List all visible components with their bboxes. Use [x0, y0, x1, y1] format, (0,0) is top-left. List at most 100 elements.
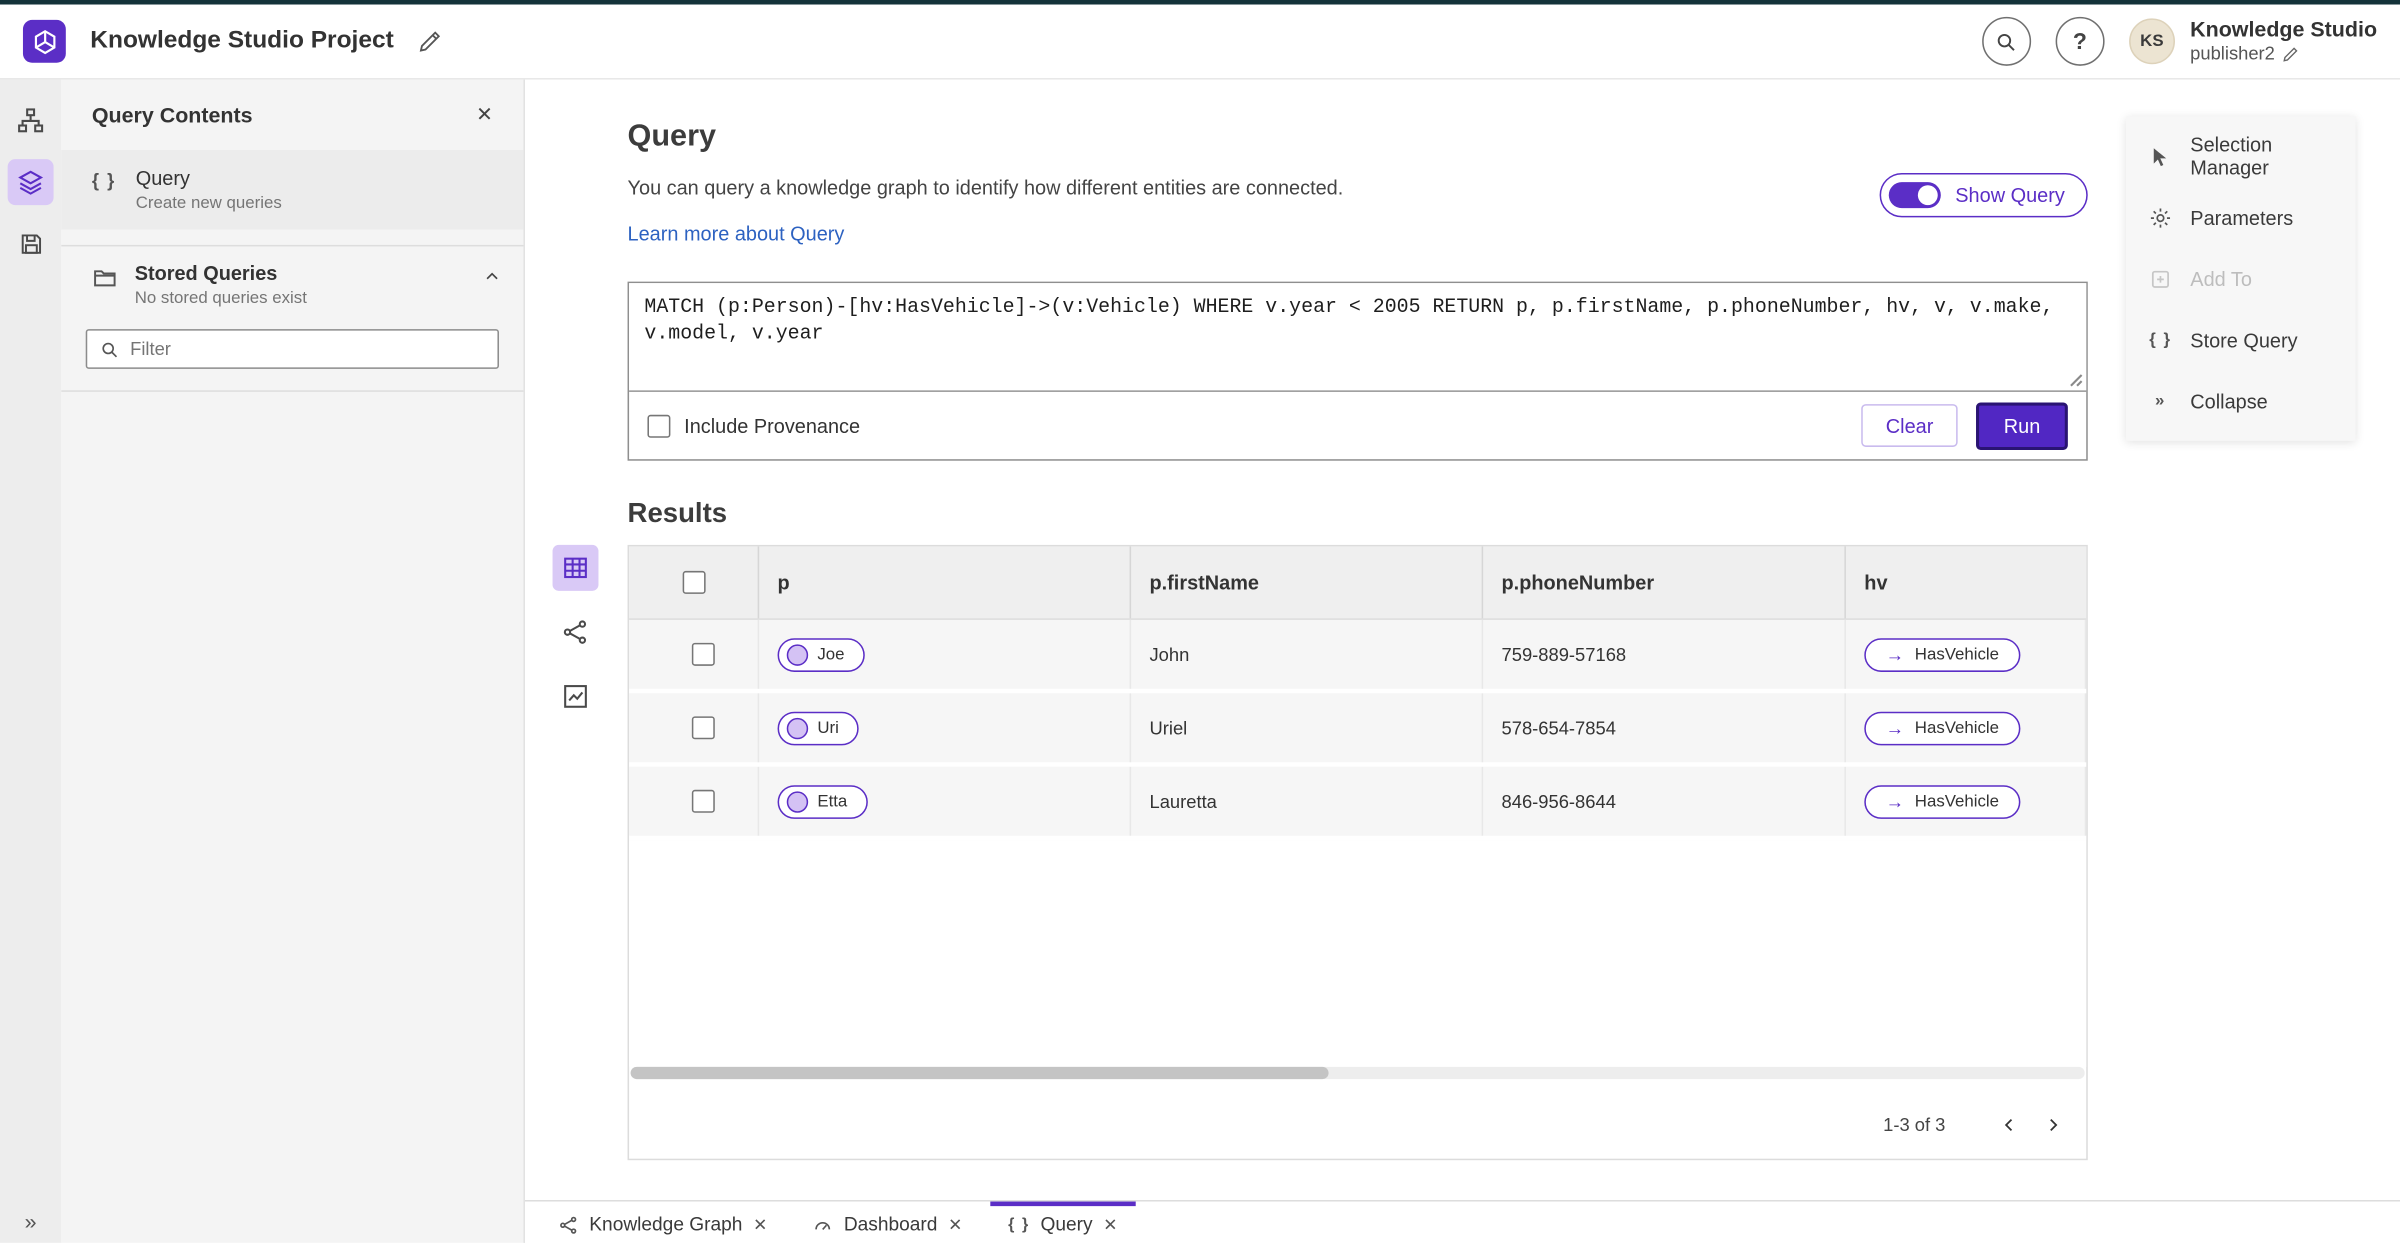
user-role: publisher2 — [2190, 43, 2275, 65]
table-row[interactable]: Joe John 759-889-57168 → HasVehicle — [629, 619, 2087, 694]
user-info: Knowledge Studio publisher2 — [2190, 16, 2377, 66]
menu-item-store-query[interactable]: { } Store Query — [2126, 309, 2356, 370]
save-icon[interactable] — [8, 220, 54, 266]
pagination-range: 1-3 of 3 — [1883, 1114, 1946, 1136]
stored-queries-label: Stored Queries — [134, 261, 278, 285]
main-area: Query You can query a knowledge graph to… — [525, 79, 2400, 1201]
query-content: Query You can query a knowledge graph to… — [627, 119, 2088, 1161]
logo-hexagon-icon — [31, 28, 57, 54]
graph-view-icon[interactable] — [553, 609, 599, 655]
select-all-checkbox[interactable] — [681, 570, 705, 594]
node-dot-icon — [786, 790, 809, 812]
panel-title: Query Contents — [91, 102, 253, 128]
cell-firstname: Uriel — [1131, 693, 1484, 763]
arrow-right-icon: → — [1885, 643, 1905, 666]
app-logo[interactable] — [22, 19, 66, 63]
learn-more-link[interactable]: Learn more about Query — [628, 222, 845, 245]
tab-query[interactable]: { } Query ✕ — [989, 1201, 1136, 1243]
table-row[interactable]: Etta Lauretta 846-956-8644 → HasVehicle — [629, 766, 2087, 841]
cell-firstname: Lauretta — [1131, 766, 1484, 836]
stored-queries-sublabel: No stored queries exist — [134, 289, 307, 308]
column-header-hv[interactable]: hv — [1846, 546, 2086, 618]
help-icon: ? — [2072, 28, 2087, 55]
column-header-p[interactable]: p — [759, 546, 1132, 619]
add-to-icon — [2147, 267, 2173, 290]
body-row: » Query Contents ✕ { } Query Create new … — [0, 79, 2400, 1243]
pointer-icon — [2147, 145, 2173, 168]
filter-field — [85, 329, 499, 369]
row-checkbox[interactable] — [691, 789, 715, 813]
table-view-icon[interactable] — [552, 544, 599, 591]
query-item-sublabel: Create new queries — [135, 194, 282, 213]
table-header-row: p p.firstName p.phoneNumber hv — [629, 546, 2087, 620]
search-button[interactable] — [1981, 16, 2031, 66]
pagination-bar: 1-3 of 3 — [629, 1091, 2086, 1158]
edge-pill[interactable]: → HasVehicle — [1864, 637, 2021, 672]
close-icon[interactable]: ✕ — [1103, 1215, 1117, 1234]
show-query-toggle[interactable]: Show Query — [1880, 172, 2088, 218]
cell-phonenumber: 759-889-57168 — [1483, 619, 1846, 689]
column-header-phonenumber[interactable]: p.phoneNumber — [1483, 546, 1846, 619]
horizontal-scrollbar[interactable] — [630, 1066, 2085, 1080]
toggle-on-icon — [1889, 182, 1942, 209]
menu-item-parameters[interactable]: Parameters — [2126, 187, 2356, 248]
tab-dashboard[interactable]: Dashboard ✕ — [795, 1202, 981, 1243]
folder-icon — [92, 265, 118, 291]
main-column: Query You can query a knowledge graph to… — [525, 79, 2400, 1243]
column-header-firstname[interactable]: p.firstName — [1131, 546, 1484, 619]
run-button[interactable]: Run — [1976, 401, 2068, 450]
next-page-icon[interactable] — [2031, 1104, 2074, 1147]
chevron-up-icon[interactable] — [482, 266, 502, 286]
page-description: You can query a knowledge graph to ident… — [627, 176, 1344, 199]
close-icon[interactable]: ✕ — [948, 1215, 962, 1234]
stored-queries-section[interactable]: Stored Queries No stored queries exist — [61, 244, 524, 320]
edit-role-icon[interactable] — [2283, 46, 2300, 63]
include-provenance-label: Include Provenance — [684, 414, 861, 437]
close-icon[interactable]: ✕ — [753, 1215, 767, 1234]
show-query-label: Show Query — [1955, 183, 2065, 207]
cell-phonenumber: 578-654-7854 — [1483, 693, 1846, 763]
panel-close-icon[interactable]: ✕ — [476, 103, 493, 127]
results-view-toolbar — [552, 544, 599, 719]
sidebar-item-query[interactable]: { } Query Create new queries — [61, 150, 524, 230]
model-hierarchy-icon[interactable] — [8, 98, 54, 144]
tab-knowledge-graph[interactable]: Knowledge Graph ✕ — [540, 1202, 785, 1243]
edge-pill[interactable]: → HasVehicle — [1864, 710, 2021, 745]
cell-phonenumber: 846-956-8644 — [1483, 766, 1846, 836]
filter-input[interactable] — [130, 338, 486, 360]
resize-handle-icon[interactable] — [2068, 372, 2083, 387]
document-tab-bar: Knowledge Graph ✕ Dashboard ✕ { } Query … — [525, 1200, 2400, 1243]
gear-icon — [2147, 206, 2173, 229]
query-item-label: Query — [135, 166, 190, 190]
include-provenance-checkbox[interactable] — [647, 414, 671, 437]
user-avatar[interactable]: KS — [2128, 18, 2175, 65]
node-pill[interactable]: Joe — [777, 637, 865, 672]
query-editor-box: MATCH (p:Person)-[hv:HasVehicle]->(v:Veh… — [627, 281, 2088, 461]
node-pill[interactable]: Etta — [777, 784, 868, 819]
menu-item-selection-manager[interactable]: Selection Manager — [2126, 126, 2356, 187]
edge-pill[interactable]: → HasVehicle — [1864, 784, 2021, 819]
braces-icon: { } — [91, 169, 116, 192]
help-button[interactable]: ? — [2055, 16, 2105, 66]
chart-view-icon[interactable] — [553, 673, 599, 719]
node-pill[interactable]: Uri — [777, 710, 859, 745]
knowledge-graph-icon — [559, 1215, 579, 1235]
expand-rail-icon[interactable]: » — [0, 1209, 61, 1233]
query-textarea[interactable]: MATCH (p:Person)-[hv:HasVehicle]->(v:Veh… — [629, 283, 2087, 391]
clear-button[interactable]: Clear — [1861, 404, 1958, 447]
braces-icon: { } — [1008, 1215, 1030, 1234]
results-table: p p.firstName p.phoneNumber hv Joe John … — [627, 544, 2088, 1161]
row-checkbox[interactable] — [691, 642, 715, 666]
layers-icon[interactable] — [7, 159, 54, 206]
edit-title-icon[interactable] — [418, 29, 442, 53]
user-name: Knowledge Studio — [2190, 16, 2378, 41]
app-window: Knowledge Studio Project ? KS Knowledge … — [0, 0, 2400, 1243]
row-checkbox[interactable] — [691, 716, 715, 740]
panel-divider — [61, 390, 524, 392]
query-actions-menu: Selection Manager Parameters Add To {} … — [2126, 116, 2356, 441]
cell-firstname: John — [1131, 619, 1484, 689]
previous-page-icon[interactable] — [1988, 1104, 2031, 1147]
menu-item-collapse[interactable]: » Collapse — [2126, 370, 2356, 431]
scrollbar-thumb[interactable] — [630, 1066, 1329, 1080]
table-row[interactable]: Uri Uriel 578-654-7854 → HasVehicle — [629, 693, 2087, 767]
